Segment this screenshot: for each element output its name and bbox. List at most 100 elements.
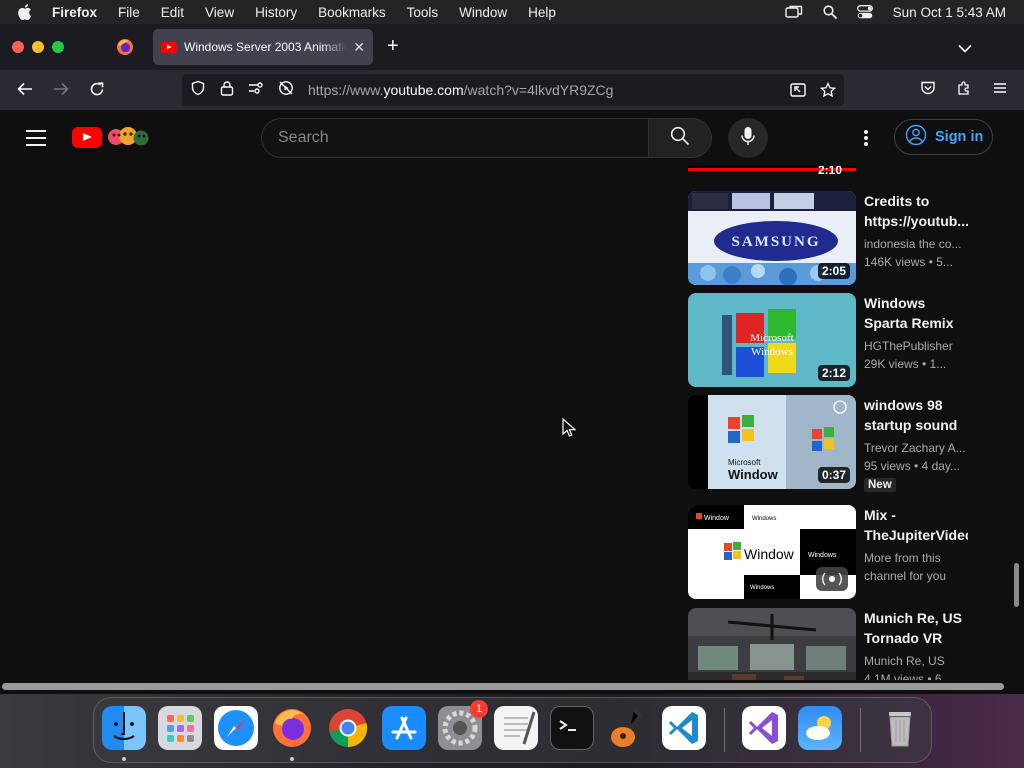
permissions-icon[interactable] [248,81,264,100]
url-text[interactable]: https://www.youtube.com/watch?v=4lkvdYR9… [308,82,613,98]
recommended-video-1[interactable]: SAMSUNG 2:05 Credits to https://youtub..… [688,191,978,285]
video-meta[interactable]: Mix - TheJupiterVideo More from this cha… [864,505,968,585]
reload-icon[interactable] [88,80,106,103]
video-meta[interactable]: Credits to https://youtub... indonesia t… [864,191,968,271]
firefox-view-icon[interactable] [116,38,134,56]
menu-view[interactable]: View [205,5,234,20]
close-window-button[interactable] [12,41,24,53]
youtube-logo[interactable] [72,127,102,148]
trash-icon[interactable] [878,706,922,750]
picture-in-picture-icon[interactable] [790,82,806,103]
chrome-icon[interactable] [326,706,370,750]
tracking-protection-shield-icon[interactable] [190,80,206,101]
search-input[interactable] [278,129,649,147]
zoom-window-button[interactable] [52,41,64,53]
extensions-icon[interactable] [956,80,972,101]
video-channel[interactable]: Trevor Zachary A... [864,439,968,457]
video-title-line-1[interactable]: Credits to [864,191,968,211]
video-channel[interactable]: Munich Re, US [864,652,968,670]
firefox-dock-icon[interactable] [270,706,314,750]
bookmark-star-icon[interactable] [819,81,837,103]
video-title-line-2[interactable]: Sparta Remix [864,313,968,333]
lock-icon[interactable] [220,80,234,101]
safari-icon[interactable] [214,706,258,750]
watch-page-content: 2:10 SAMSUNG 2:05 Credits to https://you… [0,166,1014,680]
app-store-icon[interactable] [382,706,426,750]
new-tab-button[interactable]: + [387,36,399,56]
control-center-icon[interactable] [856,5,873,19]
guide-menu-icon[interactable] [26,130,46,146]
active-tab[interactable]: Windows Server 2003 Animation ✕ [153,29,373,65]
search-box[interactable] [261,118,649,158]
video-meta[interactable]: windows 98 startup sound Trevor Zachary … [864,395,968,493]
video-title-line-2[interactable]: TheJupiterVideo [864,525,968,545]
weather-icon[interactable] [798,706,842,750]
video-meta[interactable]: Windows Sparta Remix HGThePublisher 29K … [864,293,968,373]
close-tab-icon[interactable]: ✕ [353,39,365,56]
pocket-icon[interactable] [920,80,936,101]
video-thumbnail[interactable]: SAMSUNG 2:05 [688,191,856,285]
apple-menu-icon[interactable] [18,4,36,20]
back-arrow-icon[interactable] [16,80,34,103]
thumb-microsoft-text: Microsoft [728,458,761,467]
menu-history[interactable]: History [255,5,297,20]
menu-bookmarks[interactable]: Bookmarks [318,5,386,20]
finder-icon[interactable] [102,706,146,750]
terminal-icon[interactable] [550,706,594,750]
recommended-video-3[interactable]: Microsoft Window 0:37 windows 98 startup… [688,395,978,492]
voice-search-button[interactable] [728,118,768,158]
menu-file[interactable]: File [118,5,140,20]
video-thumbnail[interactable]: Microsoft Windows 2:12 [688,293,856,387]
menubar-clock[interactable]: Sun Oct 1 5:43 AM [893,5,1006,20]
minimize-window-button[interactable] [32,41,44,53]
recommended-video-5[interactable]: Munich Re, US Tornado VR Munich Re, US 4… [688,608,978,680]
finder-running-dot [122,757,126,761]
spotlight-search-icon[interactable] [823,5,837,19]
menu-edit[interactable]: Edit [161,5,184,20]
video-title-line-1[interactable]: Windows [864,293,968,313]
forward-arrow-icon[interactable] [52,80,70,103]
video-title-line-2[interactable]: startup sound [864,415,968,435]
video-thumbnail[interactable]: Microsoft Window 0:37 [688,395,856,489]
video-title-line-2[interactable]: https://youtub... [864,211,968,231]
app-menu-icon[interactable] [992,80,1008,101]
system-settings-icon[interactable]: 1 [438,700,488,750]
autoplay-blocked-icon[interactable] [278,80,294,101]
menu-window[interactable]: Window [459,5,507,20]
video-thumbnail[interactable] [688,608,856,680]
mouse-cursor-icon [562,417,577,443]
recommended-video-2[interactable]: Microsoft Windows 2:12 Windows Sparta Re… [688,293,978,387]
recommended-mix[interactable]: Window Windows Window Windows Windows Mi… [688,505,978,599]
sign-in-button[interactable]: Sign in [894,119,993,155]
video-title-line-1[interactable]: Munich Re, US [864,608,968,628]
garageband-icon[interactable] [606,706,650,750]
video-title-line-2[interactable]: Tornado VR [864,628,968,648]
video-stats: channel for you [864,569,947,583]
video-channel[interactable]: More from this [864,549,968,567]
thumb-windows-text-1: Window [704,515,730,522]
microphone-icon [740,126,756,151]
thumb-windows-text-2: Windows [752,516,776,522]
textedit-icon[interactable] [494,706,538,750]
horizontal-scrollbar[interactable] [2,683,1004,690]
menu-help[interactable]: Help [528,5,556,20]
video-channel[interactable]: HGThePublisher [864,337,968,355]
settings-notification-badge: 1 [470,700,488,718]
vscode-icon[interactable] [662,706,706,750]
list-all-tabs-icon[interactable] [958,40,972,58]
video-title-line-1[interactable]: Mix - [864,505,968,525]
search-button[interactable] [648,118,712,158]
visual-studio-icon[interactable] [742,706,786,750]
launchpad-icon[interactable] [158,706,202,750]
youtube-doodle-icon[interactable] [106,124,152,153]
address-bar[interactable]: https://www.youtube.com/watch?v=4lkvdYR9… [182,74,844,106]
mix-thumbnail[interactable]: Window Windows Window Windows Windows [688,505,856,599]
video-meta[interactable]: Munich Re, US Tornado VR Munich Re, US 4… [864,608,968,680]
menu-app-firefox[interactable]: Firefox [52,5,97,20]
menu-tools[interactable]: Tools [407,5,439,20]
settings-more-icon[interactable] [856,128,876,148]
screen-mirroring-icon[interactable] [784,5,803,19]
vertical-scrollbar-thumb[interactable] [1014,563,1019,607]
video-channel[interactable]: indonesia the co... [864,235,968,253]
video-title-line-1[interactable]: windows 98 [864,395,968,415]
